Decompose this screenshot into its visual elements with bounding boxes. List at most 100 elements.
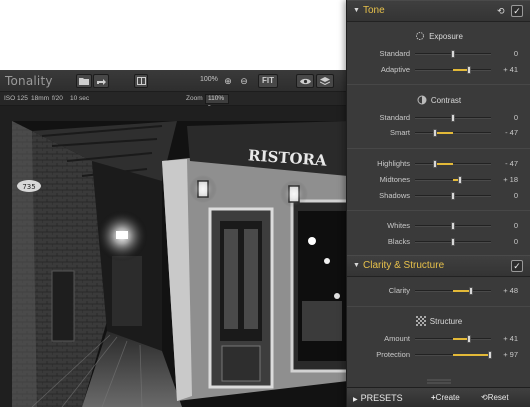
slider-track[interactable]	[415, 222, 491, 230]
slider-track[interactable]	[415, 351, 492, 359]
slider-label: Highlights	[377, 159, 410, 168]
fit-button[interactable]: FIT	[258, 74, 278, 88]
slider-label: Adaptive	[380, 65, 410, 74]
photo-canvas[interactable]: RISTORA 735	[12, 121, 348, 407]
slider-fill	[435, 132, 453, 134]
canvas-area: RISTORA 735	[0, 106, 348, 407]
slider-label: Clarity	[388, 286, 410, 295]
slider-value: - 47	[505, 159, 518, 168]
history-button[interactable]	[316, 74, 334, 88]
tone-title: Tone	[363, 5, 385, 16]
house-number: 735	[22, 183, 35, 191]
slider-track[interactable]	[415, 238, 491, 246]
tone-enable-checkbox[interactable]: ✓	[511, 5, 523, 17]
section-resize-grip[interactable]	[347, 378, 530, 386]
zoom-select[interactable]: 110% ▾	[205, 94, 229, 110]
exposure-icon	[416, 32, 425, 40]
slider-track[interactable]	[415, 287, 491, 295]
slider-track[interactable]	[415, 176, 491, 184]
collapse-arrow-icon: ▼	[353, 7, 360, 14]
divider	[347, 210, 530, 211]
slider-value: + 48	[503, 286, 518, 295]
slider-handle[interactable]	[451, 222, 455, 230]
clarity-section-header[interactable]: ▼ Clarity & Structure ✓	[347, 255, 530, 277]
iso-value: ISO 125	[4, 95, 28, 102]
presets-label: PRESETS	[360, 393, 403, 403]
slider-value: + 41	[503, 334, 518, 343]
structure-subheader: Structure	[347, 316, 530, 326]
zoom-out-icon[interactable]: ⊖	[238, 75, 250, 87]
eye-icon	[299, 78, 311, 85]
split-view-icon	[136, 77, 146, 85]
slider-track[interactable]	[415, 129, 491, 137]
preview-button[interactable]	[296, 74, 314, 88]
photo-image: RISTORA 735	[12, 121, 348, 407]
create-label: Create	[435, 393, 460, 402]
tone-section-header[interactable]: ▼ Tone ⟲ ✓	[347, 0, 530, 22]
shutter-speed: 10 sec	[70, 95, 90, 102]
open-folder-button[interactable]	[76, 74, 92, 88]
slider-handle[interactable]	[457, 176, 462, 184]
slider-track[interactable]	[415, 335, 491, 343]
window-toolbar: Tonality 100% ⊕ ⊖ FIT	[0, 70, 348, 92]
slider-label: Standard	[379, 49, 410, 58]
structure-icon	[415, 316, 426, 326]
clarity-enable-checkbox[interactable]: ✓	[511, 260, 523, 272]
structure-title: Structure	[429, 317, 463, 326]
zoom-in-icon[interactable]: ⊕	[222, 75, 234, 87]
slider-handle[interactable]	[451, 50, 455, 58]
contrast-subheader: Contrast	[347, 95, 530, 105]
layers-icon	[319, 77, 331, 86]
zoom-select-value: 110%	[208, 95, 225, 102]
presets-toggle[interactable]: ▶ PRESETS	[353, 393, 403, 403]
slider-handle[interactable]	[487, 351, 492, 359]
slider-track[interactable]	[415, 50, 491, 58]
slider-value: 0	[513, 191, 518, 200]
slider-handle[interactable]	[451, 192, 455, 200]
adjustments-panel: ▼ Tone ⟲ ✓ Exposure Standard 0 Adaptive + 4…	[346, 0, 530, 407]
slider-handle[interactable]	[469, 287, 474, 295]
slider-track[interactable]	[415, 192, 491, 200]
reset-button[interactable]: ⟲Reset	[481, 392, 509, 405]
collapse-arrow-icon: ▼	[353, 262, 360, 269]
clarity-section-title: Clarity & Structure	[363, 260, 445, 271]
reset-label: Reset	[487, 393, 509, 402]
collapse-arrow-icon: ▶	[353, 397, 358, 403]
slider-handle[interactable]	[433, 129, 438, 137]
slider-handle[interactable]	[466, 66, 471, 74]
slider-label: Standard	[379, 113, 410, 122]
app-title: Tonality	[5, 74, 53, 88]
slider-label: Midtones	[379, 175, 410, 184]
exposure-title: Exposure	[429, 32, 463, 41]
slider-value: + 41	[503, 65, 518, 74]
slider-value: + 18	[503, 175, 518, 184]
slider-value: 0	[513, 237, 518, 246]
checkmark-icon: ✓	[513, 261, 521, 271]
slider-track[interactable]	[415, 160, 491, 168]
screenshot-root: Tonality 100% ⊕ ⊖ FIT ISO 125 18mm f/20 …	[0, 0, 530, 407]
slider-track[interactable]	[415, 114, 491, 122]
slider-handle[interactable]	[451, 114, 455, 122]
presets-bar: ▶ PRESETS +Create ⟲Reset	[347, 387, 530, 407]
slider-label: Protection	[376, 350, 410, 359]
create-preset-button[interactable]: +Create	[431, 392, 460, 405]
share-button[interactable]	[93, 74, 109, 88]
slider-label: Shadows	[379, 191, 410, 200]
slider-handle[interactable]	[466, 335, 471, 343]
slider-label: Blacks	[387, 237, 410, 246]
reset-icon: ⟲	[481, 393, 488, 402]
contrast-title: Contrast	[430, 96, 462, 105]
slider-value: 0	[513, 113, 518, 122]
slider-track[interactable]	[415, 66, 491, 74]
slider-handle[interactable]	[433, 160, 438, 168]
divider	[347, 306, 530, 307]
compare-view-button[interactable]	[134, 74, 148, 88]
refresh-icon[interactable]: ⟲	[497, 6, 505, 17]
exposure-subheader: Exposure	[347, 31, 530, 41]
slider-handle[interactable]	[451, 238, 455, 246]
slider-value: - 47	[505, 128, 518, 137]
folder-icon	[79, 78, 89, 85]
slider-label: Whites	[387, 221, 410, 230]
exif-bar: ISO 125 18mm f/20 10 sec Zoom 110% ▾	[0, 92, 348, 110]
slider-value: + 97	[503, 350, 518, 359]
